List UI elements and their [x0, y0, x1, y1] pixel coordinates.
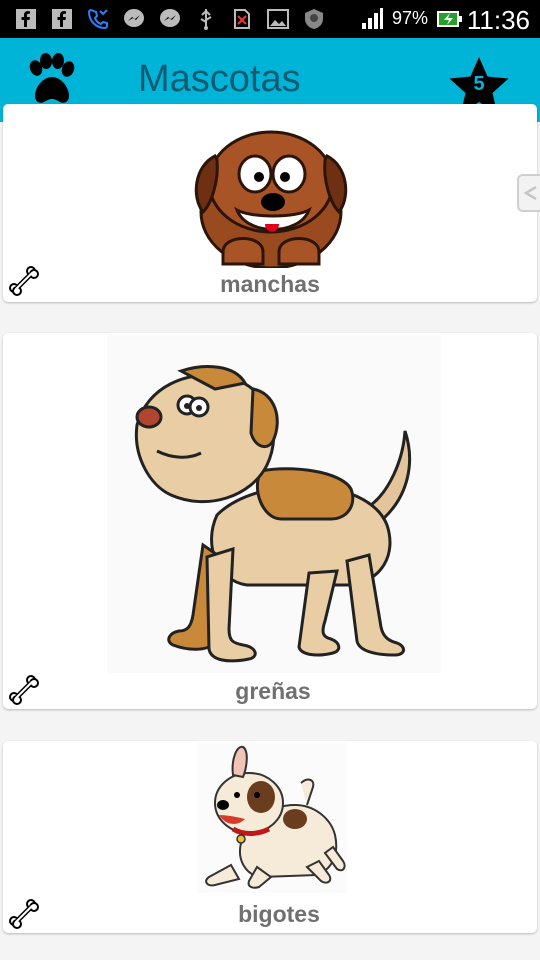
pet-image-manchas: [194, 130, 348, 268]
facebook-icon: [16, 9, 36, 29]
pet-card-grenas[interactable]: greñas: [3, 333, 537, 709]
messenger-icon: [124, 9, 144, 27]
battery-percent: 97%: [392, 8, 429, 28]
pet-name: greñas: [235, 678, 311, 704]
missed-call-icon: [87, 8, 108, 30]
status-bar: 97% 11:36: [0, 0, 540, 38]
usb-icon: [200, 9, 212, 30]
clock: 11:36: [466, 5, 530, 35]
paw-icon[interactable]: [24, 52, 78, 108]
signal-icon: [362, 8, 383, 29]
chevron-left-icon: [523, 185, 537, 201]
drawer-handle[interactable]: [517, 174, 540, 212]
pet-name: bigotes: [238, 901, 320, 927]
pet-card-manchas[interactable]: manchas: [3, 104, 537, 302]
gallery-icon: [267, 9, 289, 29]
page-title: Mascotas: [138, 58, 301, 100]
no-sim-icon: [234, 9, 250, 29]
facebook-icon: [52, 9, 72, 29]
pet-name: manchas: [220, 271, 320, 297]
star-count-badge: 5: [473, 73, 485, 95]
pet-image-bigotes: [197, 743, 347, 893]
pet-card-bigotes[interactable]: bigotes: [3, 741, 537, 933]
pet-image-grenas: [107, 335, 441, 673]
messenger-icon: [160, 9, 180, 27]
shield-icon: [305, 9, 323, 29]
battery-charging-icon: [437, 11, 462, 27]
